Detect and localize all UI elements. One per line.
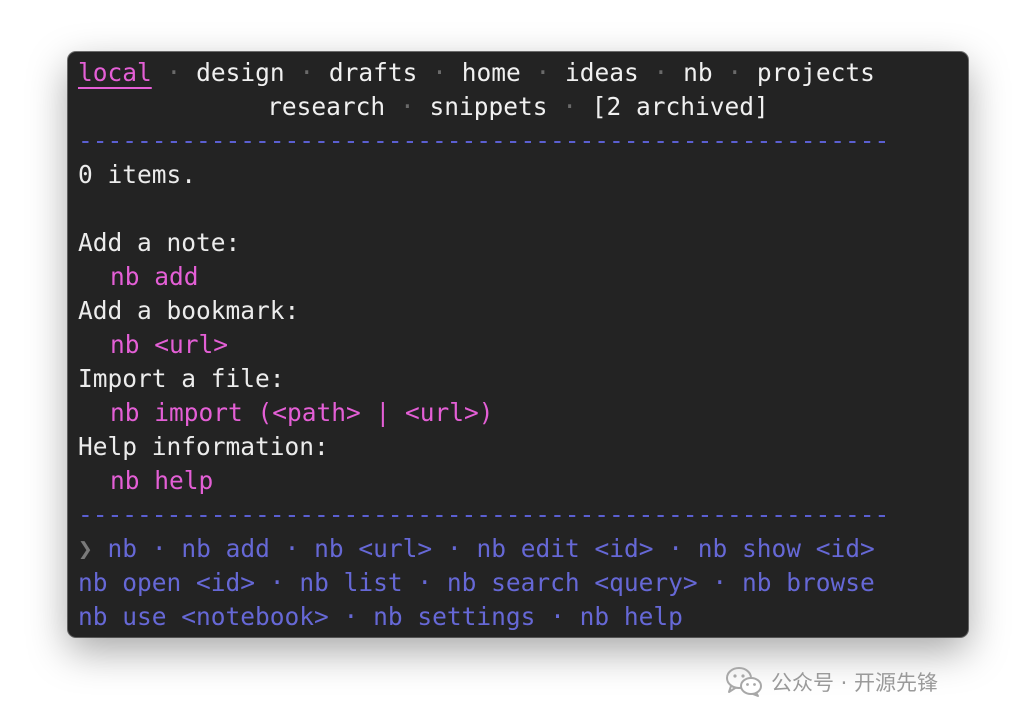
- add-bookmark-command: nb <url>: [110, 330, 229, 359]
- footer-separator: ·: [269, 568, 285, 597]
- footer-cmd-use: nb use <notebook>: [78, 602, 329, 631]
- import-command: nb import (<path> | <url>): [110, 398, 494, 427]
- add-note-label: Add a note:: [78, 228, 241, 257]
- tab-nb[interactable]: nb: [683, 58, 713, 87]
- tab-projects[interactable]: projects: [757, 58, 875, 87]
- footer-cmd-browse: nb browse: [741, 568, 875, 597]
- add-bookmark-label: Add a bookmark:: [78, 296, 300, 325]
- footer-separator: ·: [343, 602, 359, 631]
- footer-cmd-add: nb add: [181, 534, 270, 563]
- tab-separator: ·: [727, 58, 743, 87]
- footer-cmd-list: nb list: [299, 568, 403, 597]
- tab-separator: ·: [166, 58, 182, 87]
- footer-row-2: nb open <id> · nb list · nb search <quer…: [78, 566, 958, 600]
- footer-separator: ·: [284, 534, 300, 563]
- footer-cmd-settings: nb settings: [373, 602, 536, 631]
- tab-separator: ·: [562, 92, 578, 121]
- wechat-icon: [726, 667, 762, 697]
- tab-ideas[interactable]: ideas: [565, 58, 639, 87]
- footer-separator: ·: [668, 534, 684, 563]
- footer-row-3: nb use <notebook> · nb settings · nb hel…: [78, 600, 958, 634]
- tab-separator: ·: [535, 58, 551, 87]
- prompt-chevron-icon: ❯: [78, 534, 93, 563]
- tab-separator: ·: [299, 58, 315, 87]
- divider-top: ----------------------------------------…: [78, 126, 890, 155]
- watermark-text: 公众号 · 开源先锋: [771, 671, 939, 695]
- footer-separator: ·: [712, 568, 728, 597]
- footer-separator: ·: [417, 568, 433, 597]
- add-note-command: nb add: [110, 262, 199, 291]
- footer-cmd-open: nb open <id>: [78, 568, 256, 597]
- divider-bottom: ----------------------------------------…: [78, 500, 890, 529]
- footer-separator: ·: [151, 534, 167, 563]
- footer-cmd-url: nb <url>: [314, 534, 433, 563]
- watermark: 公众号 · 开源先锋: [725, 664, 938, 700]
- tab-separator: ·: [432, 58, 447, 87]
- import-label: Import a file:: [78, 364, 285, 393]
- notebook-tabs-row-2: research · snippets · [2 archived]: [78, 90, 958, 124]
- tab-drafts[interactable]: drafts: [329, 58, 418, 87]
- item-count: 0 items.: [78, 160, 197, 189]
- footer-cmd-search: nb search <query>: [446, 568, 698, 597]
- footer-cmd-edit: nb edit <id>: [476, 534, 654, 563]
- help-label: Help information:: [78, 432, 329, 461]
- footer-row-1: ❯ nb · nb add · nb <url> · nb edit <id> …: [78, 532, 958, 566]
- notebook-tabs-row-1: local · design · drafts · home · ideas ·…: [78, 56, 958, 90]
- tab-archived[interactable]: [2 archived]: [592, 92, 769, 121]
- terminal-window: local · design · drafts · home · ideas ·…: [68, 52, 968, 637]
- tab-home[interactable]: home: [462, 58, 521, 87]
- tab-local[interactable]: local: [78, 58, 152, 87]
- footer-cmd-show: nb show <id>: [697, 534, 875, 563]
- footer-cmd-help: nb help: [579, 602, 683, 631]
- tab-snippets[interactable]: snippets: [429, 92, 547, 121]
- tab-separator: ·: [653, 58, 669, 87]
- tab-research[interactable]: research: [267, 92, 385, 121]
- help-command: nb help: [110, 466, 214, 495]
- tab-design[interactable]: design: [196, 58, 285, 87]
- footer-separator: ·: [550, 602, 565, 631]
- footer-cmd-nb: nb: [107, 534, 138, 563]
- tab-separator: ·: [399, 92, 415, 121]
- footer-separator: ·: [446, 534, 462, 563]
